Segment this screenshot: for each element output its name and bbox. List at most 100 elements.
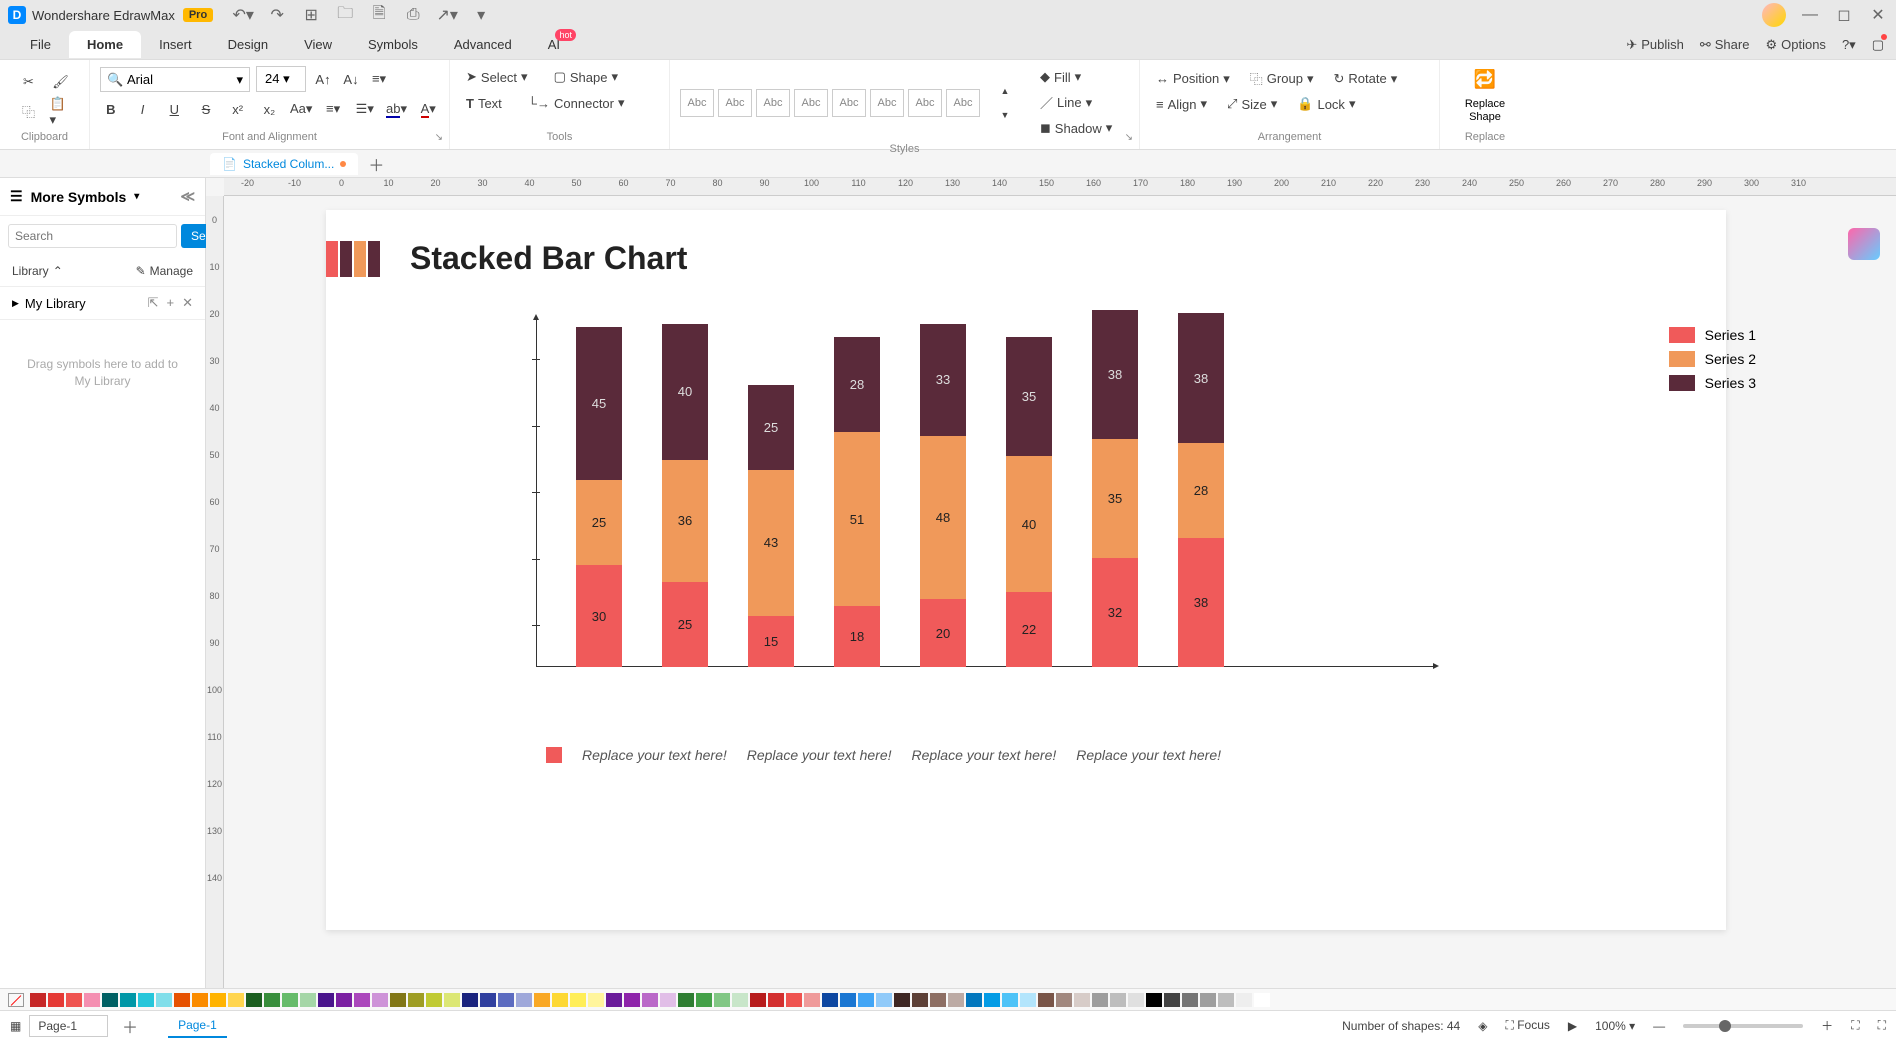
bar-segment[interactable]: 48 [920,436,966,599]
chart-legend[interactable]: Series 1Series 2Series 3 [1669,327,1756,391]
color-swatch[interactable] [408,993,424,1007]
bar-segment[interactable]: 18 [834,606,880,667]
page-view-icon[interactable]: ▦ [10,1019,21,1033]
print-button[interactable]: ⎙ [403,5,423,25]
color-swatch[interactable] [1218,993,1234,1007]
color-swatch[interactable] [66,993,82,1007]
color-swatch[interactable] [1236,993,1252,1007]
color-swatch[interactable] [1038,993,1054,1007]
bar-segment[interactable]: 40 [1006,456,1052,592]
legend-item[interactable]: Series 3 [1669,375,1756,391]
style-swatch[interactable]: Abc [680,89,714,117]
color-swatch[interactable] [894,993,910,1007]
align-arr-button[interactable]: ≡Align▾ [1150,93,1213,115]
bar-column[interactable]: 354022ategory [1006,337,1052,667]
canvas-area[interactable]: -20-100102030405060708090100110120130140… [206,178,1896,988]
select-tool-button[interactable]: ➤Select ▾ [460,66,534,88]
close-lib-button[interactable]: ✕ [182,295,193,311]
chart-title[interactable]: Stacked Bar Chart [410,240,687,277]
color-swatch[interactable] [696,993,712,1007]
style-swatch[interactable]: Abc [946,89,980,117]
symbol-search-input[interactable] [8,224,177,248]
paste-button[interactable]: 📋▾ [50,101,72,123]
bar-segment[interactable]: 40 [662,324,708,460]
bar-segment[interactable]: 38 [1092,310,1138,439]
bar-column[interactable]: 403625ategory [662,324,708,667]
italic-button[interactable]: I [132,98,154,120]
menu-advanced[interactable]: Advanced [436,31,530,58]
color-swatch[interactable] [354,993,370,1007]
color-swatch[interactable] [390,993,406,1007]
close-button[interactable]: ✕ [1868,5,1888,25]
color-swatch[interactable] [876,993,892,1007]
import-lib-button[interactable]: ⇱ [148,295,159,311]
bar-segment[interactable]: 32 [1092,558,1138,667]
color-swatch[interactable] [336,993,352,1007]
color-swatch[interactable] [570,993,586,1007]
color-swatch[interactable] [1254,993,1270,1007]
color-swatch[interactable] [30,993,46,1007]
gallery-down[interactable]: ▼ [994,104,1016,126]
color-swatch[interactable] [1002,993,1018,1007]
color-swatch[interactable] [498,993,514,1007]
color-swatch[interactable] [138,993,154,1007]
zoom-in-button[interactable]: ＋ [1821,1017,1833,1034]
expand-icon[interactable]: ▶ [12,298,19,309]
increase-font-button[interactable]: A↑ [312,68,334,90]
color-swatch[interactable] [1164,993,1180,1007]
color-swatch[interactable] [786,993,802,1007]
color-swatch[interactable] [1110,993,1126,1007]
bar-segment[interactable]: 35 [1092,439,1138,558]
focus-button[interactable]: ⛶ Focus [1505,1018,1549,1033]
bar-segment[interactable]: 15 [748,616,794,667]
font-family-select[interactable]: 🔍Arial▾ [100,67,250,92]
color-swatch[interactable] [768,993,784,1007]
color-swatch[interactable] [732,993,748,1007]
case-button[interactable]: Aa▾ [290,98,312,120]
bar-segment[interactable]: 36 [662,460,708,582]
font-color-button[interactable]: A▾ [417,98,439,120]
connector-tool-button[interactable]: └→Connector ▾ [522,92,631,114]
color-swatch[interactable] [534,993,550,1007]
bar-segment[interactable]: 43 [748,470,794,616]
bar-column[interactable]: 452530ategory [576,327,622,667]
zoom-out-button[interactable]: — [1653,1019,1665,1033]
color-swatch[interactable] [642,993,658,1007]
bar-segment[interactable]: 20 [920,599,966,667]
bar-segment[interactable]: 25 [748,385,794,470]
bar-segment[interactable]: 45 [576,327,622,480]
color-swatch[interactable] [552,993,568,1007]
color-swatch[interactable] [1128,993,1144,1007]
style-swatch[interactable]: Abc [718,89,752,117]
color-swatch[interactable] [678,993,694,1007]
add-tab-button[interactable]: ＋ [368,152,384,176]
bar-segment[interactable]: 28 [834,337,880,432]
color-swatch[interactable] [624,993,640,1007]
play-button[interactable]: ▶ [1568,1019,1577,1033]
replace-shape-button[interactable]: Replace Shape [1450,98,1520,124]
styles-dialog-launcher[interactable]: ↘ [1125,132,1133,143]
color-swatch[interactable] [300,993,316,1007]
bar-column[interactable]: 285118ategory [834,337,880,667]
zoom-level[interactable]: 100% ▾ [1595,1019,1635,1033]
bar-segment[interactable]: 28 [1178,443,1224,538]
line-button[interactable]: ／Line▾ [1034,90,1118,115]
superscript-button[interactable]: x² [227,98,249,120]
manage-library-button[interactable]: ✎Manage [136,264,193,278]
color-swatch[interactable] [444,993,460,1007]
bar-column[interactable]: 334820ategory [920,324,966,667]
no-fill-swatch[interactable] [8,993,24,1007]
help-button[interactable]: ?▾ [1842,37,1856,53]
style-swatch[interactable]: Abc [832,89,866,117]
color-swatch[interactable] [1200,993,1216,1007]
bullets-button[interactable]: ☰▾ [354,98,376,120]
cut-button[interactable]: ✂ [18,71,40,93]
bar-column[interactable]: 383532ategory [1092,310,1138,667]
copy-button[interactable]: ⿻ [18,101,40,123]
bar-column[interactable]: 382838ategory [1178,313,1224,667]
more-qat-button[interactable]: ▾ [471,5,491,25]
shadow-button[interactable]: ◼Shadow▾ [1034,117,1118,139]
chart-body[interactable]: 452530ategory403625ategory254315ategory2… [536,317,1436,697]
bar-segment[interactable]: 30 [576,565,622,667]
subscript-button[interactable]: x₂ [259,98,281,120]
